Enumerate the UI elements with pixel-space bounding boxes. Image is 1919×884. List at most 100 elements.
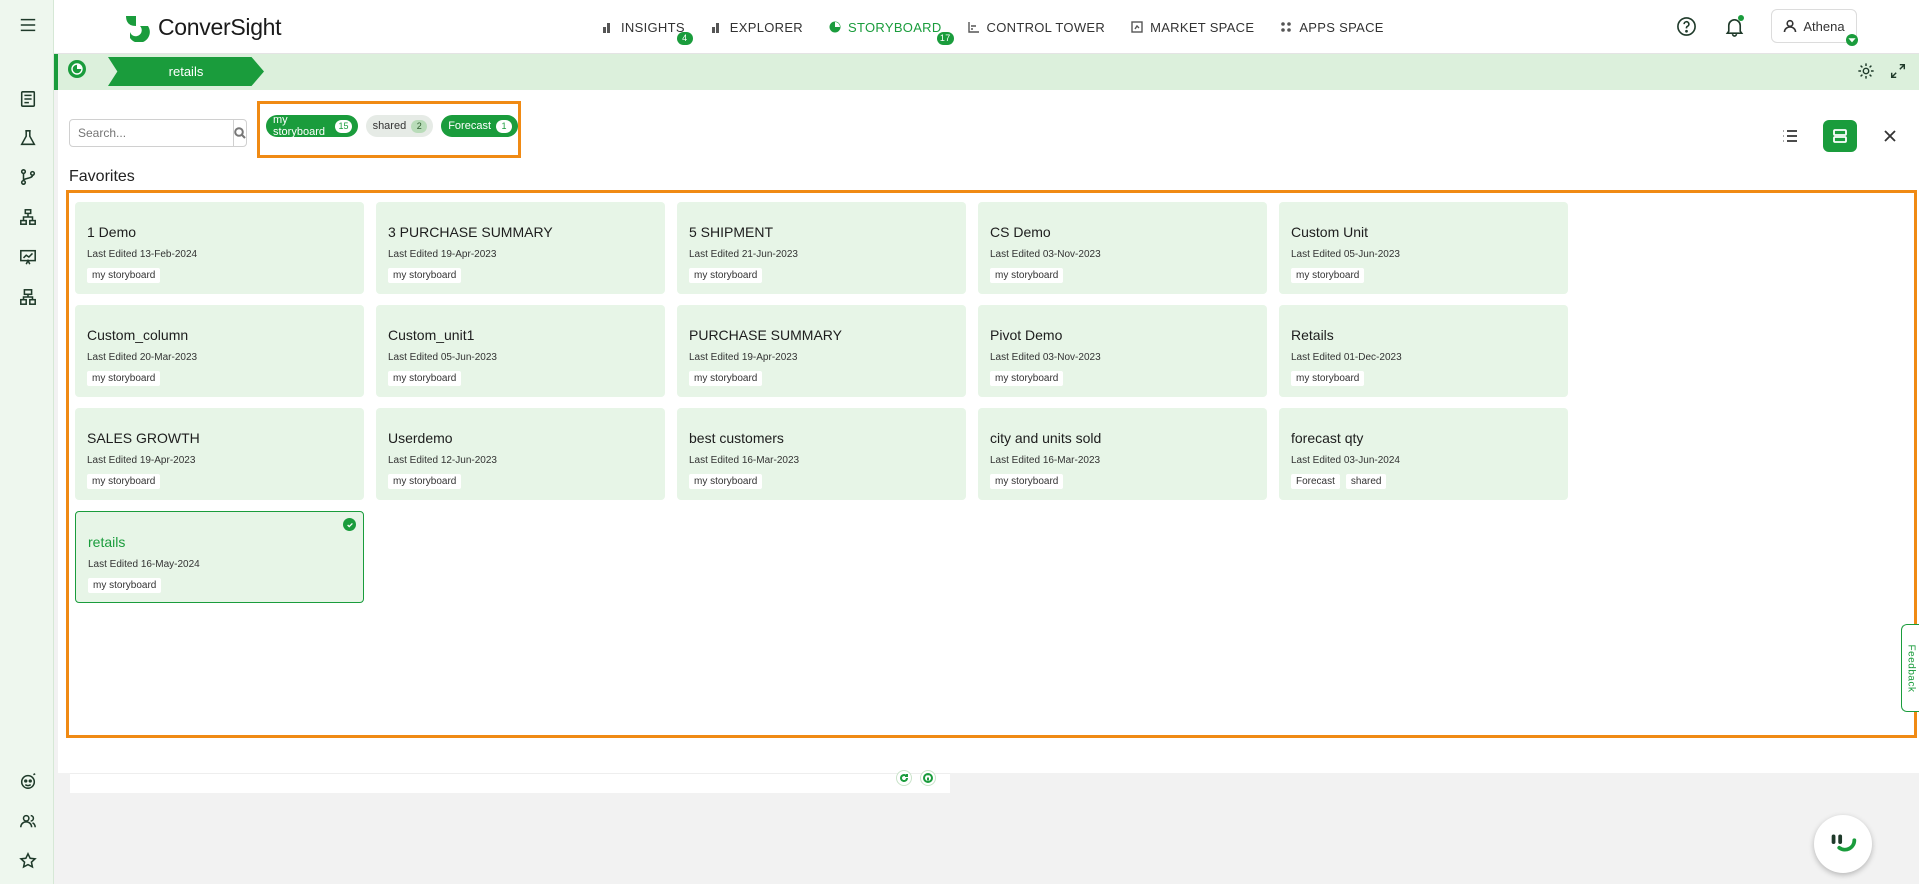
breadcrumb-current[interactable]: retails [108,57,264,86]
card-last-edited: Last Edited 19-Apr-2023 [689,352,798,363]
storyboard-card[interactable]: Retails Last Edited 01-Dec-2023 my storybo… [1279,305,1568,397]
feedback-label: Feedback [1905,644,1917,692]
filter-chip-count: 1 [496,119,512,133]
card-title: CS Demo [990,224,1051,240]
hamburger-menu-icon[interactable] [17,14,39,36]
card-title: retails [88,534,126,550]
settings-gear-icon[interactable] [1857,62,1875,85]
storyboard-card[interactable]: 1 Demo Last Edited 13-Feb-2024 my storyboa… [75,202,364,294]
card-tag: my storyboard [388,371,462,386]
card-title: 3 PURCHASE SUMMARY [388,224,553,240]
storyboard-card[interactable]: retails Last Edited 16-May-2024 my storybo… [75,511,364,603]
nav-insights-label: INSIGHTS [621,19,685,35]
app-logo[interactable]: ConverSight [122,12,282,43]
nav-market-space[interactable]: MARKET SPACE [1131,20,1254,35]
hierarchy-icon[interactable] [17,206,39,228]
refresh-icon[interactable] [896,770,912,786]
card-last-edited: Last Edited 19-Apr-2023 [388,249,497,260]
card-tag: my storyboard [689,268,763,283]
close-button[interactable] [1873,120,1907,152]
card-tag: my storyboard [990,474,1064,489]
user-group-icon[interactable] [17,810,39,832]
card-last-edited: Last Edited 13-Feb-2024 [87,249,198,260]
filter-chips: my storyboard 15 shared 2 Forecast 1 [266,114,518,138]
card-title: PURCHASE SUMMARY [689,327,842,343]
presentation-chart-icon[interactable] [17,246,39,268]
card-title: Custom_unit1 [388,327,475,343]
card-tags: my storyboard [388,474,665,489]
nav-apps-space[interactable]: APPS SPACE [1280,20,1383,35]
storyboard-card[interactable]: best customers Last Edited 16-Mar-2023 my … [677,408,966,500]
search-icon [234,127,246,139]
card-title: Pivot Demo [990,327,1063,343]
storyboard-count-badge: 17 [936,31,954,45]
view-toggle [1773,120,1907,152]
info-icon[interactable] [920,770,936,786]
storyboard-card[interactable]: Custom Unit Last Edited 05-Jun-2023 my sto… [1279,202,1568,294]
nav-insights[interactable]: INSIGHTS 4 [602,19,693,45]
storyboard-card[interactable]: 3 PURCHASE SUMMARY Last Edited 19-Apr-202… [376,202,665,294]
storyboard-card[interactable]: Custom_column Last Edited 20-Mar-2023 my s… [75,305,364,397]
card-view-button[interactable] [1823,120,1857,152]
storyboard-card[interactable]: PURCHASE SUMMARY Last Edited 19-Apr-2023 m… [677,305,966,397]
feedback-tab[interactable]: Feedback [1901,624,1919,712]
filter-chip-my-storyboard[interactable]: my storyboard 15 [266,114,358,138]
card-tag: my storyboard [1291,268,1365,283]
bar-chart-icon [603,23,610,33]
card-tag: my storyboard [990,268,1064,283]
nav-explorer[interactable]: EXPLORER [711,20,803,35]
filter-chip-shared[interactable]: shared 2 [365,115,434,137]
card-tags: my storyboard [87,268,364,283]
storyboard-card[interactable]: Custom_unit1 Last Edited 05-Jun-2023 my st… [376,305,665,397]
list-view-icon [1783,130,1797,142]
document-list-icon[interactable] [17,88,39,110]
storyboard-card[interactable]: 5 SHIPMENT Last Edited 21-Jun-2023 my stor… [677,202,966,294]
storyboard-card[interactable]: SALES GROWTH Last Edited 19-Apr-2023 my st… [75,408,364,500]
card-last-edited: Last Edited 12-Jun-2023 [388,455,497,466]
storyboard-card[interactable]: CS Demo Last Edited 03-Nov-2023 my storybo… [978,202,1267,294]
search-input[interactable] [70,120,233,146]
storyboard-home-icon[interactable] [68,60,86,78]
card-title: city and units sold [990,430,1102,446]
git-branch-icon[interactable] [17,166,39,188]
list-view-button[interactable] [1773,120,1807,152]
storyboard-card[interactable]: forecast qty Last Edited 03-Jun-2024 Forec… [1279,408,1568,500]
storyboard-card[interactable]: city and units sold Last Edited 16-Mar-20… [978,408,1267,500]
filter-chip-count: 15 [335,119,352,133]
filter-chip-forecast[interactable]: Forecast 1 [441,115,518,137]
favorites-heading: Favorites [69,168,135,185]
search-button[interactable] [233,120,246,146]
card-tags: Forecast shared [1291,474,1568,489]
bot-face-icon[interactable] [17,770,39,792]
nav-control-tower-label: CONTROL TOWER [986,19,1106,35]
card-last-edited: Last Edited 03-Jun-2024 [1291,455,1400,466]
card-tag: my storyboard [1291,371,1365,386]
nav-storyboard-label: STORYBOARD [848,19,942,35]
chatbot-launcher-button[interactable] [1814,815,1872,873]
star-icon[interactable] [17,850,39,872]
notification-bell-icon[interactable] [1723,15,1745,37]
panel-footer-tools [896,770,936,786]
card-tag: my storyboard [689,474,763,489]
card-title: 1 Demo [87,224,137,240]
control-tower-icon [967,22,979,33]
market-space-icon [1131,21,1143,33]
flask-icon[interactable] [17,127,39,149]
user-menu-button[interactable]: Athena [1771,9,1858,46]
nav-storyboard[interactable]: STORYBOARD 17 [829,19,954,45]
help-icon[interactable] [1675,15,1697,37]
explorer-chart-icon [711,23,719,33]
card-title: Userdemo [388,430,453,446]
org-chart-icon[interactable] [17,286,39,308]
storyboard-card[interactable]: Pivot Demo Last Edited 03-Nov-2023 my stor… [978,305,1267,397]
nav-market-space-label: MARKET SPACE [1150,19,1255,35]
nav-control-tower[interactable]: CONTROL TOWER [967,19,1106,35]
card-last-edited: Last Edited 05-Jun-2023 [388,352,497,363]
filter-chip-label: shared [372,120,407,132]
conversight-logo-icon [122,12,152,43]
card-last-edited: Last Edited 03-Nov-2023 [990,352,1101,363]
card-last-edited: Last Edited 16-May-2024 [88,559,200,570]
card-tags: my storyboard [990,268,1267,283]
collapse-expand-icon[interactable] [1889,62,1907,85]
storyboard-card[interactable]: Userdemo Last Edited 12-Jun-2023 my storyb… [376,408,665,500]
